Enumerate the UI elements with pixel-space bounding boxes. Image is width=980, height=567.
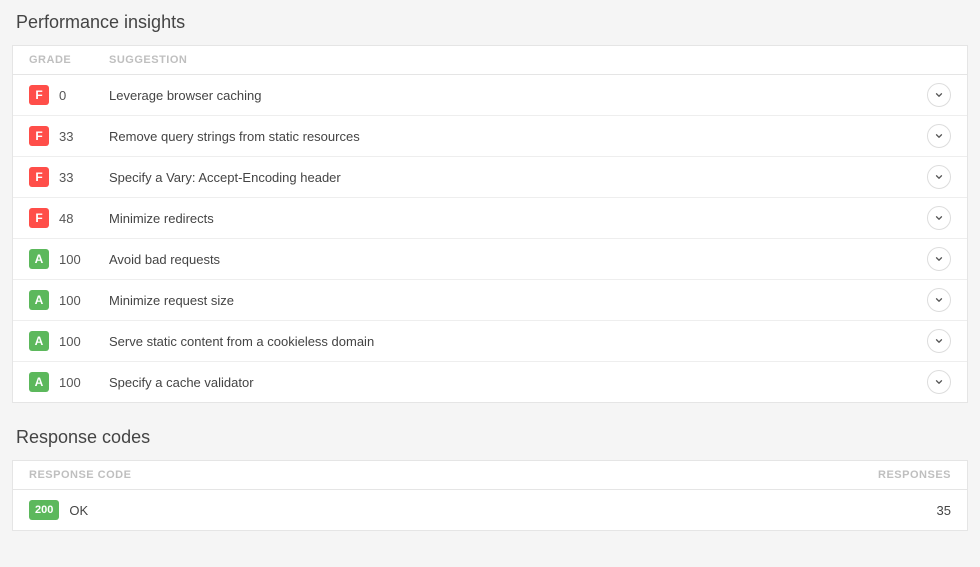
response-code-header: Response code xyxy=(29,469,831,481)
expand-button[interactable] xyxy=(927,124,951,148)
grade-badge: A xyxy=(29,372,49,392)
suggestion-text: Specify a cache validator xyxy=(109,375,927,390)
suggestion-text: Serve static content from a cookieless d… xyxy=(109,334,927,349)
performance-section: Performance insights Grade Suggestion F0… xyxy=(12,12,968,403)
response-code-badge: 200 xyxy=(29,500,59,520)
chevron-down-icon xyxy=(934,129,944,144)
grade-score: 100 xyxy=(59,293,81,308)
response-code-cell: 200 OK xyxy=(29,500,831,520)
grade-cell: A 100 xyxy=(29,372,109,392)
grade-badge: F xyxy=(29,167,49,187)
suggestion-text: Remove query strings from static resourc… xyxy=(109,129,927,144)
grade-cell: F 33 xyxy=(29,126,109,146)
chevron-down-icon xyxy=(934,88,944,103)
grade-score: 100 xyxy=(59,375,81,390)
grade-badge: A xyxy=(29,249,49,269)
responses-count: 35 xyxy=(831,503,951,518)
expand-button[interactable] xyxy=(927,329,951,353)
chevron-down-icon xyxy=(934,334,944,349)
chevron-down-icon xyxy=(934,170,944,185)
chevron-down-icon xyxy=(934,211,944,226)
grade-badge: F xyxy=(29,208,49,228)
suggestion-text: Minimize request size xyxy=(109,293,927,308)
chevron-down-icon xyxy=(934,252,944,267)
grade-badge: F xyxy=(29,85,49,105)
expand-button[interactable] xyxy=(927,370,951,394)
grade-score: 100 xyxy=(59,334,81,349)
expand-button[interactable] xyxy=(927,83,951,107)
chevron-down-icon xyxy=(934,375,944,390)
suggestion-text: Specify a Vary: Accept-Encoding header xyxy=(109,170,927,185)
performance-row: A 100 Serve static content from a cookiele… xyxy=(13,321,967,362)
grade-cell: A 100 xyxy=(29,290,109,310)
expand-button[interactable] xyxy=(927,288,951,312)
response-header-row: Response code Responses xyxy=(13,461,967,490)
suggestion-header: Suggestion xyxy=(109,54,951,66)
performance-row: F0Leverage browser caching xyxy=(13,75,967,116)
grade-cell: F 33 xyxy=(29,167,109,187)
expand-button[interactable] xyxy=(927,206,951,230)
performance-row: A 100 Specify a cache validator xyxy=(13,362,967,402)
suggestion-text: Leverage browser caching xyxy=(109,88,927,103)
response-panel: Response code Responses 200 OK 35 xyxy=(12,460,968,531)
performance-row: F 33 Remove query strings from static reso… xyxy=(13,116,967,157)
response-title: Response codes xyxy=(16,427,968,448)
performance-row: A 100 Minimize request size xyxy=(13,280,967,321)
response-section: Response codes Response code Responses 2… xyxy=(12,427,968,531)
performance-row: F 48 Minimize redirects xyxy=(13,198,967,239)
grade-badge: A xyxy=(29,331,49,351)
expand-button[interactable] xyxy=(927,165,951,189)
grade-cell: A 100 xyxy=(29,331,109,351)
grade-cell: F 48 xyxy=(29,208,109,228)
grade-header: Grade xyxy=(29,54,109,66)
performance-panel: Grade Suggestion F0Leverage browser cach… xyxy=(12,45,968,403)
performance-title: Performance insights xyxy=(16,12,968,33)
suggestion-text: Avoid bad requests xyxy=(109,252,927,267)
performance-header-row: Grade Suggestion xyxy=(13,46,967,75)
grade-score: 0 xyxy=(59,88,66,103)
grade-score: 100 xyxy=(59,252,81,267)
expand-button[interactable] xyxy=(927,247,951,271)
grade-score: 33 xyxy=(59,170,73,185)
grade-cell: A 100 xyxy=(29,249,109,269)
responses-header: Responses xyxy=(831,469,951,481)
grade-score: 48 xyxy=(59,211,73,226)
grade-cell: F0 xyxy=(29,85,109,105)
grade-score: 33 xyxy=(59,129,73,144)
chevron-down-icon xyxy=(934,293,944,308)
response-status: OK xyxy=(69,503,88,518)
response-row: 200 OK 35 xyxy=(13,490,967,530)
suggestion-text: Minimize redirects xyxy=(109,211,927,226)
grade-badge: F xyxy=(29,126,49,146)
performance-row: F 33 Specify a Vary: Accept-Encoding heade… xyxy=(13,157,967,198)
performance-row: A 100 Avoid bad requests xyxy=(13,239,967,280)
grade-badge: A xyxy=(29,290,49,310)
